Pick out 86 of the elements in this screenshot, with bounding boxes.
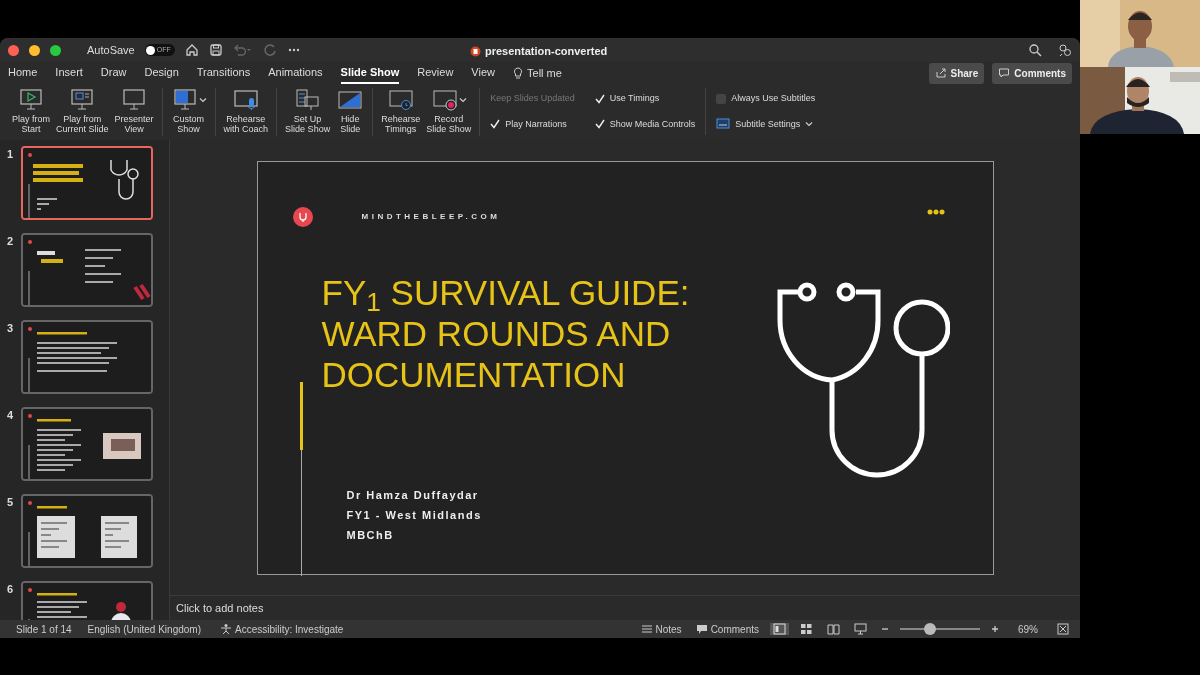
notes-button[interactable]: Notes [637,621,685,637]
comment-icon [695,623,708,635]
lightbulb-icon [513,66,523,80]
screen-microphone-icon [231,88,260,112]
share-icon [934,67,947,79]
save-icon[interactable] [208,43,223,57]
comments-button[interactable]: Comments [692,621,762,637]
language-status[interactable]: English (United Kingdom) [87,621,201,637]
subtitles-icon [716,118,731,131]
logo-icon [291,205,314,228]
tell-me-field[interactable]: Tell me [527,64,562,82]
close-button[interactable] [8,44,19,56]
normal-view-icon [773,623,786,635]
minimize-button[interactable] [29,44,40,56]
slide-number: 3 [5,321,13,336]
caret-icon [805,120,814,129]
book-icon [827,623,840,635]
screen-record-icon [430,88,459,112]
view-button[interactable] [824,623,843,635]
ribbon-button[interactable]: Record Slide Show [424,88,474,136]
undo-icon[interactable] [232,43,253,57]
presentation-screen-icon [854,623,867,635]
plus-icon [991,625,999,633]
subtitle-settings-menu[interactable]: Subtitle Settings [716,117,816,131]
slide-number: 1 [5,147,13,162]
zoom-percentage[interactable]: 69% [1018,621,1038,637]
slide-counter: Slide 1 of 14 [16,622,72,637]
home-icon[interactable] [184,43,199,57]
ribbon-button[interactable]: Presenter View [112,88,156,136]
site-url: MINDTHEBLEEP.COM [361,210,501,223]
accessibility-icon [220,623,232,635]
ribbon-button[interactable]: Play from Current Slide [54,88,111,136]
slide-number: 5 [5,495,13,510]
option-toggle[interactable]: Show Media Controls [594,117,696,131]
accent-bar [299,381,303,450]
accessibility-button[interactable]: Accessibility: Investigate [217,621,347,637]
ribbon-tab[interactable]: Review [417,62,454,84]
ribbon-button[interactable]: Rehearse Timings [379,88,423,136]
checkbox-option[interactable]: Always Use Subtitles [716,92,816,106]
option-toggle[interactable]: Play Narrations [490,117,575,131]
ribbon-button[interactable]: Custom Show [168,88,209,136]
ribbon-button[interactable]: Rehearse with Coach [221,88,271,136]
comment-icon [998,67,1011,79]
grid-view-icon [800,623,813,635]
option-toggle[interactable]: Use Timings [594,92,696,106]
slider-thumb[interactable] [924,623,937,635]
caret-icon [458,96,467,104]
ribbon-button[interactable]: Set Up Slide Show [283,88,333,136]
screen-timer-icon [386,88,415,112]
ribbon-tab[interactable]: View [471,62,495,84]
share-button[interactable]: Share [928,62,985,84]
ribbon-tab[interactable]: Slide Show [340,62,400,84]
comments-button[interactable]: Comments [992,62,1072,84]
slide-number: 6 [5,582,13,597]
fit-icon [1057,623,1069,635]
presenter-details: Dr Hamza Duffaydar FY1 - West Midlands MBChB [345,487,483,543]
ribbon-button[interactable]: Play from Start [10,88,52,136]
slide-title: FY$_{1}$ SURVIVAL GUIDE: WARD ROUNDS AND DOCUMENTATION [321,271,691,395]
view-button[interactable] [770,623,789,635]
ribbon-tab[interactable]: Animations [268,62,323,84]
window-title: presentation-converted [485,44,608,59]
slide-number: 2 [5,234,13,249]
view-button[interactable] [851,623,870,635]
notes-icon [640,624,653,634]
ribbon-tab[interactable]: Insert [55,62,83,84]
fit-to-window-button[interactable] [1054,623,1072,635]
autosave-label: AutoSave [87,42,135,58]
search-icon[interactable] [1028,43,1042,57]
ribbon-tab[interactable]: Home [8,62,38,84]
minus-icon [881,625,889,633]
people-icon[interactable] [1058,43,1072,57]
ribbon-tab[interactable]: Transitions [196,62,251,84]
redo-icon[interactable] [262,43,277,57]
slide-setup-icon [293,88,322,112]
caret-icon [198,96,207,104]
ribbon-tab[interactable]: Design [144,62,179,84]
ribbon-button[interactable]: Hide Slide [334,88,367,136]
slide-number: 4 [5,408,13,423]
powerpoint-file-icon [470,45,481,57]
more-icon [926,208,945,215]
ribbon-tab[interactable]: Draw [100,62,127,84]
maximize-button[interactable] [50,44,61,56]
screen-play-icon [17,88,45,112]
checkbox[interactable] [716,93,727,104]
notes-placeholder[interactable]: Click to add notes [176,599,264,617]
hidden-slide-icon [336,88,365,112]
